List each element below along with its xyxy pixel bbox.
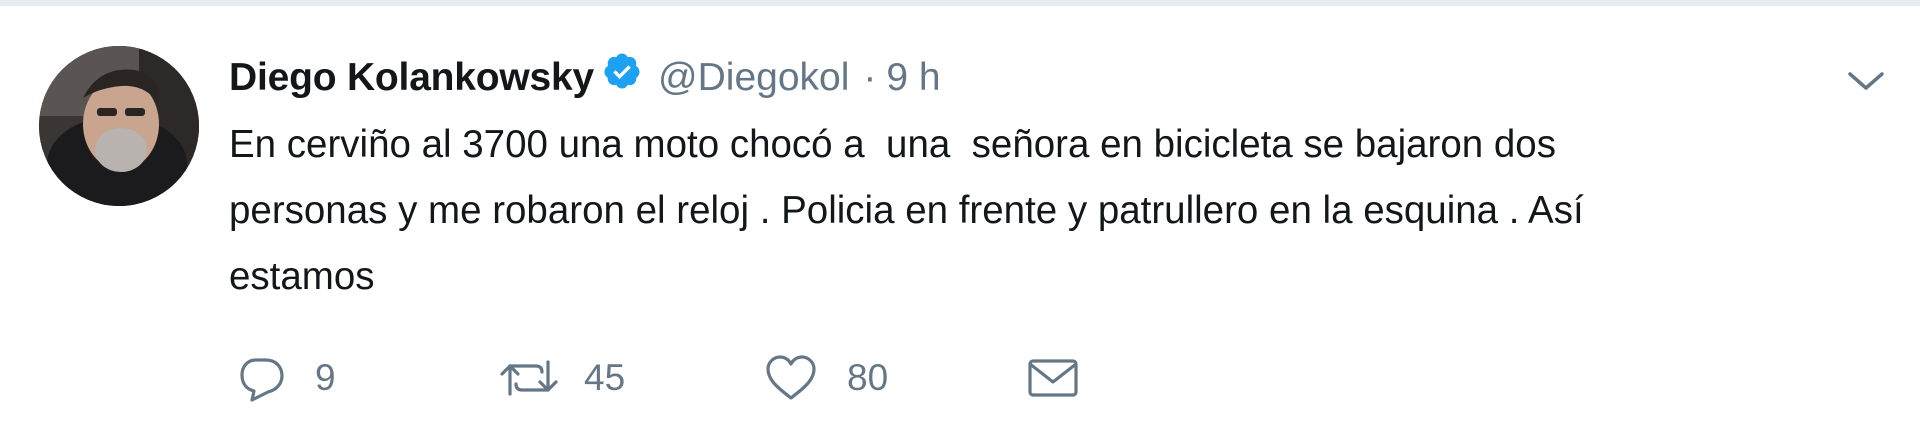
heart-icon	[766, 355, 816, 400]
header-separator: ·	[863, 56, 877, 99]
reply-icon	[240, 358, 284, 402]
like-count: 80	[847, 357, 889, 398]
avatar[interactable]	[39, 46, 199, 206]
avatar-photo	[39, 46, 199, 206]
tweet-text-line: En cerviño al 3700 una moto chocó a una …	[229, 123, 1556, 166]
tweet-header: Diego Kolankowsky @Diegokol · 9 h	[229, 48, 941, 108]
retweet-button[interactable]: 45	[498, 348, 625, 408]
author-name[interactable]: Diego Kolankowsky	[229, 56, 594, 100]
author-handle[interactable]: @Diegokol	[658, 56, 849, 100]
reply-count: 9	[315, 357, 336, 398]
direct-message-button[interactable]	[1026, 348, 1080, 408]
envelope-icon	[1028, 359, 1078, 397]
tweet-timestamp[interactable]: 9 h	[886, 56, 940, 100]
tweet-text: En cerviño al 3700 una moto chocó a una …	[229, 112, 1869, 310]
tweet-text-line: personas y me robaron el reloj . Policia…	[229, 189, 1584, 232]
chevron-down-icon[interactable]	[1846, 66, 1886, 96]
verified-badge-icon	[604, 53, 640, 89]
like-button[interactable]: 80	[764, 348, 888, 408]
retweet-icon	[500, 360, 558, 396]
tweet-card[interactable]: Diego Kolankowsky @Diegokol · 9 h En cer…	[0, 6, 1920, 424]
tweet-text-line: estamos	[229, 255, 375, 298]
retweet-count: 45	[584, 357, 626, 398]
reply-button[interactable]: 9	[236, 348, 336, 408]
